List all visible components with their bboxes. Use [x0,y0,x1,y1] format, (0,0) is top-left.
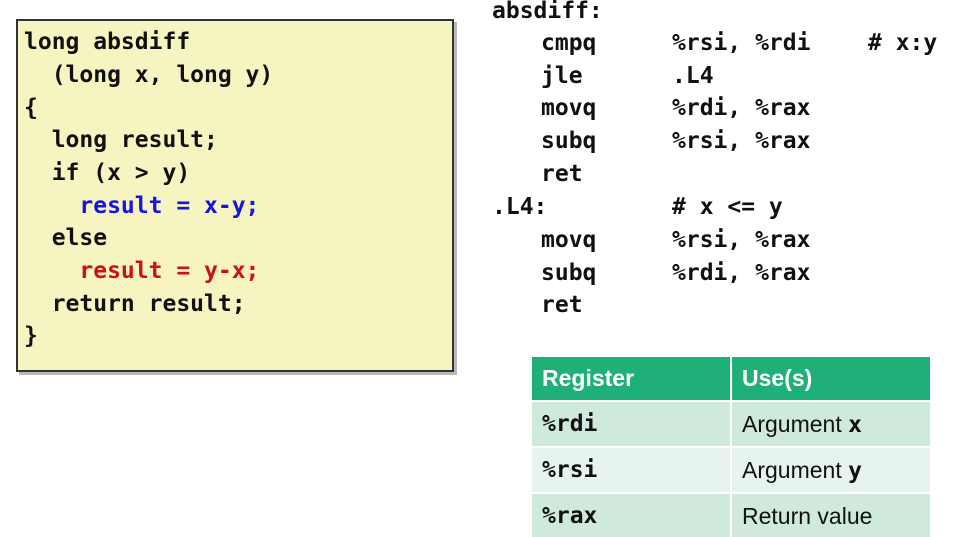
register-cell: %rax [530,492,732,537]
asm-label-absdiff: absdiff: [492,0,603,24]
asm-op-2: jle [541,63,583,89]
code-line-5: if (x > y) [24,160,191,186]
use-cell: Return value [730,492,932,537]
asm-args-4: %rsi, %rax [672,128,811,154]
code-line-6: result = x-y; [24,193,260,219]
code-line-4: long result; [24,127,218,153]
asm-op-5: ret [541,161,583,187]
asm-op-8: ret [541,292,583,318]
header-register: Register [530,355,732,402]
c-code-box: long absdiff (long x, long y) { long res… [16,19,454,372]
asm-label-l4: .L4: [492,194,548,220]
register-table: Register Use(s) %rdi Argument x %rsi Arg… [530,355,932,537]
asm-op-3: movq [541,95,597,121]
use-cell: Argument y [730,446,932,494]
asm-comment-1: # x:y [868,30,938,56]
use-text: Argument [742,456,849,483]
code-line-9: return result; [24,291,246,317]
asm-op-1: cmpq [541,30,597,56]
register-cell: %rdi [530,400,732,448]
asm-op-6: movq [541,227,597,253]
code-line-8: result = y-x; [24,258,260,284]
code-line-10: } [24,323,38,349]
asm-args-2: .L4 [672,63,714,89]
use-cell: Argument x [730,400,932,448]
table-row: %rsi Argument y [530,446,932,494]
register-table-header: Register Use(s) [530,355,932,402]
use-text: Return value [742,502,873,529]
header-uses: Use(s) [730,355,932,402]
asm-op-4: subq [541,128,597,154]
code-line-3: { [24,95,38,121]
asm-comment-l4: # x <= y [672,194,783,220]
asm-args-6: %rsi, %rax [672,227,811,253]
use-arg: y [848,457,862,484]
table-row: %rdi Argument x [530,400,932,448]
table-row: %rax Return value [530,492,932,537]
code-line-1: long absdiff [24,29,191,55]
use-text: Argument [742,410,849,437]
use-arg: x [848,411,862,438]
register-cell: %rsi [530,446,732,494]
asm-op-7: subq [541,260,597,286]
asm-args-7: %rdi, %rax [672,260,811,286]
asm-args-1: %rsi, %rdi [672,30,811,56]
code-line-2: (long x, long y) [24,62,274,88]
asm-args-3: %rdi, %rax [672,95,811,121]
code-line-7: else [24,225,108,251]
